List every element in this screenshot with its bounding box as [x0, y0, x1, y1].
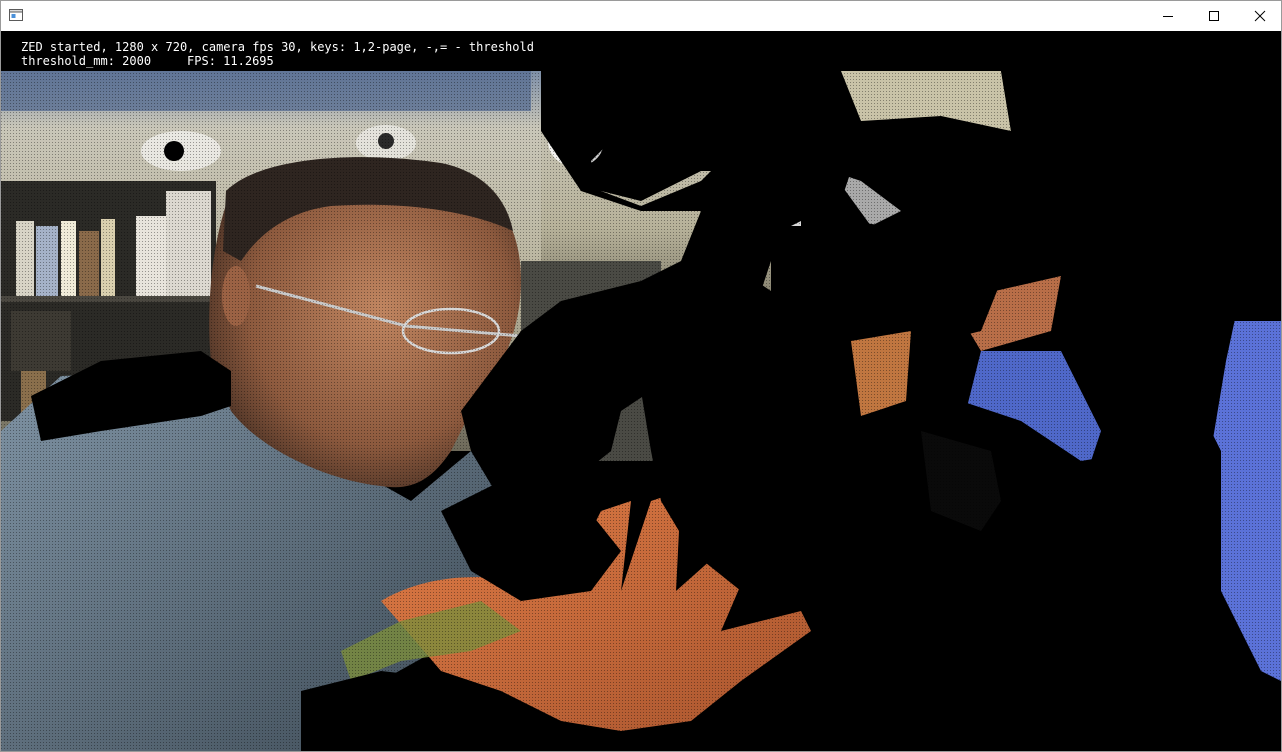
minimize-button[interactable]	[1145, 1, 1191, 31]
status-overlay: ZED started, 1280 x 720, camera fps 30, …	[1, 31, 599, 69]
point-cloud-render	[1, 31, 1281, 751]
close-button[interactable]	[1237, 1, 1282, 31]
maximize-icon	[1209, 11, 1219, 21]
minimize-icon	[1163, 16, 1173, 17]
app-window-icon	[9, 9, 23, 21]
maximize-button[interactable]	[1191, 1, 1237, 31]
threshold-readout: threshold_mm: 2000	[21, 54, 152, 68]
status-line: ZED started, 1280 x 720, camera fps 30, …	[21, 40, 534, 54]
close-icon	[1254, 10, 1266, 22]
title-bar[interactable]	[1, 1, 1281, 31]
fps-readout: FPS: 11.2695	[187, 54, 274, 68]
app-window: ZED started, 1280 x 720, camera fps 30, …	[0, 0, 1282, 752]
depth-view[interactable]: ZED started, 1280 x 720, camera fps 30, …	[1, 31, 1281, 751]
metrics-line: threshold_mm: 2000 FPS: 11.2695	[21, 54, 274, 68]
